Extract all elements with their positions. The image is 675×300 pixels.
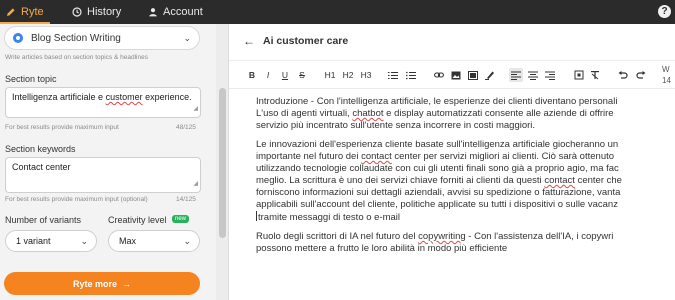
section-topic-counter: 48/125 [176,124,196,131]
paragraph: Introduzione - Con l'intelligenza artifi… [256,96,675,132]
chevron-down-icon: ⌄ [183,33,191,43]
creativity-label: Creativity level [108,215,167,225]
section-keywords-label: Section keywords [5,144,76,154]
text-line: e display automatizzati consente alle az… [383,108,614,119]
creativity-value: Max [119,236,137,246]
editor-panel: ← Ai customer care B I U S H1 H2 H3 W 14… [229,24,675,300]
text-cursor [256,211,257,221]
video-icon[interactable] [467,68,479,82]
text-line: tramite messaggi di testo o e-mail [258,212,401,223]
underline-button[interactable]: U [280,68,290,82]
variants-value: 1 variant [16,236,51,246]
paragraph: Le innovazioni dell'esperienza cliente b… [256,139,675,224]
text-line: meglio. La scrittura è uno dei servizi c… [256,175,545,186]
person-icon [149,8,157,17]
text-line: servizio più incentrato sull'utente senz… [256,120,536,131]
text-line: forniscono informazioni sui dettagli azi… [256,187,621,198]
section-topic-text: Intelligenza artificiale e [12,92,106,102]
image-icon[interactable] [450,68,462,82]
bullet-list-icon[interactable] [405,68,417,82]
section-keywords-counter: 14/125 [176,196,196,203]
use-case-hint: Write articles based on section topics &… [5,54,148,61]
heading1-button[interactable]: H1 [323,68,337,82]
ordered-list-icon[interactable] [387,68,399,82]
text-line: Ruolo degli scrittori di IA nel futuro d… [256,231,419,242]
highlighter-icon[interactable] [484,68,496,82]
section-topic-label: Section topic [5,74,57,84]
scrollbar-thumb[interactable] [219,88,226,238]
misspelled-word: copywriting [418,231,466,242]
bold-button[interactable]: B [247,68,257,82]
clear-format-icon[interactable] [589,68,601,82]
section-keywords-hint: For best results provide maximum input (… [5,196,148,203]
pencil-icon [7,8,15,16]
text-line: importante nel futuro dei [256,151,362,162]
italic-button[interactable]: I [263,68,273,82]
text-line: possono mettere a frutto le loro abilità… [256,243,508,254]
use-case-value: Blog Section Writing [31,32,121,44]
misspelled-word: customer [105,92,143,102]
misspelled-word: contact [361,151,392,162]
tab-ryte[interactable]: Ryte [0,0,50,24]
text-line: center per servizi migliori ai clienti. … [391,151,615,162]
text-line: utilizzando tecnologie collaudate con cu… [256,163,619,174]
embed-icon[interactable] [573,68,585,82]
link-icon[interactable] [433,68,445,82]
misspelled-word: chatbot [352,108,384,119]
use-case-icon [13,33,23,43]
resize-handle-icon[interactable]: ◢ [193,179,198,190]
heading3-button[interactable]: H3 [359,68,373,82]
arrow-right-icon: → [122,278,131,289]
misspelled-word: contact [544,175,575,186]
section-keywords-input[interactable]: Contact center ◢ [5,157,201,193]
settings-panel: Blog Section Writing ⌄ Write articles ba… [0,24,228,300]
text-line: Le innovazioni dell'esperienza cliente b… [256,139,619,150]
text-line: applicabili sull'account del cliente, po… [256,199,618,210]
text-line: Introduzione - Con l'intelligenza artifi… [256,96,618,107]
word-count-value: 14 [662,76,671,85]
variants-label: Number of variants [5,215,82,225]
tab-label: History [87,6,122,18]
divider [229,88,675,89]
creativity-select[interactable]: Max ⌄ [108,230,200,252]
paragraph: Ruolo degli scrittori di IA nel futuro d… [256,231,675,255]
tab-history[interactable]: History [72,0,121,24]
help-icon[interactable]: ? [658,5,671,18]
editor-content[interactable]: Introduzione - Con l'intelligenza artifi… [256,96,675,262]
redo-icon[interactable] [635,68,647,82]
tab-label: Ryte [21,6,44,18]
clock-icon [72,7,82,17]
resize-handle-icon[interactable]: ◢ [193,104,198,115]
tab-account[interactable]: Account [148,0,203,24]
chevron-down-icon: ⌄ [80,236,88,246]
word-count-label: W [662,65,670,74]
ryte-more-label: Ryte more [72,278,117,289]
editor-toolbar: B I U S H1 H2 H3 [243,68,675,84]
chevron-down-icon: ⌄ [183,236,191,246]
tab-label: Account [163,6,203,18]
align-left-icon[interactable] [509,68,523,82]
text-line: L'uso di agenti virtuali, [256,108,353,119]
align-right-icon[interactable] [544,68,556,82]
document-title: Ai customer care [263,35,349,47]
top-nav-bar: Ryte History Account ? [0,0,675,24]
undo-icon[interactable] [617,68,629,82]
section-topic-input[interactable]: Intelligenza artificiale e customer expe… [5,87,201,118]
use-case-select[interactable]: Blog Section Writing ⌄ [4,26,200,50]
divider [229,60,675,61]
ryte-more-button[interactable]: Ryte more → [4,272,200,295]
text-line: center che [574,175,622,186]
heading2-button[interactable]: H2 [341,68,355,82]
strikethrough-button[interactable]: S [297,68,307,82]
section-topic-text-rest: experience. [142,92,192,102]
section-keywords-text: Contact center [12,162,71,172]
section-topic-hint: For best results provide maximum input [5,124,119,131]
align-center-icon[interactable] [527,68,539,82]
variants-select[interactable]: 1 variant ⌄ [5,230,97,252]
text-line: - Con l'assistenza dell'IA, i copywri [465,231,614,242]
back-arrow-icon[interactable]: ← [243,34,255,48]
new-badge: new [172,215,190,223]
left-scrollbar[interactable] [216,24,228,300]
word-count: W 14 [662,64,671,86]
